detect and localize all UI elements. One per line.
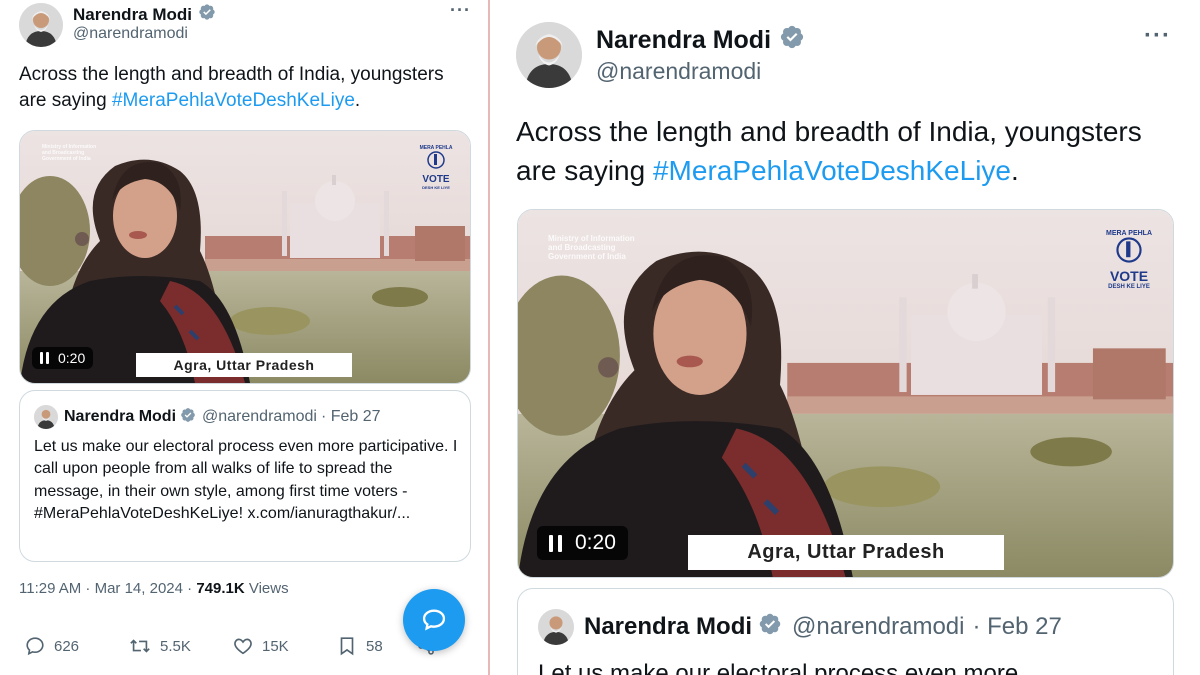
chat-bubble-icon bbox=[422, 609, 446, 631]
video-player[interactable]: Ministry of Information and Broadcasting… bbox=[517, 209, 1174, 578]
verified-badge-icon bbox=[779, 24, 805, 57]
tweet-text: Across the length and breadth of India, … bbox=[19, 62, 474, 113]
vote-logo: MERA PEHLA VOTE DESH KE LIYE bbox=[1094, 230, 1164, 290]
pause-icon[interactable] bbox=[40, 352, 50, 364]
quoted-tweet-header: Narendra Modi @narendramodi · Feb 27 bbox=[34, 405, 381, 429]
right-tweet-panel-zoomed: Narendra Modi @narendramodi ··· Across t… bbox=[490, 0, 1200, 675]
verified-badge-icon bbox=[198, 3, 216, 26]
quoted-tweet[interactable]: Narendra Modi @narendramodi · Feb 27 Let… bbox=[19, 390, 471, 562]
tweet-text: Across the length and breadth of India, … bbox=[516, 112, 1186, 190]
timestamp[interactable]: 11:29 AM · Mar 14, 2024 · bbox=[19, 580, 196, 597]
hashtag-link[interactable]: #MeraPehlaVoteDeshKeLiye bbox=[653, 155, 1011, 186]
author-handle[interactable]: @narendramodi bbox=[73, 25, 188, 43]
tweet-text-end: . bbox=[1010, 155, 1019, 187]
quoted-tweet-header: Narendra Modi @narendramodi · Feb 27 bbox=[538, 609, 1062, 645]
pause-icon[interactable] bbox=[549, 534, 563, 552]
quoted-date[interactable]: · Feb 27 bbox=[972, 613, 1061, 641]
video-frame bbox=[518, 210, 1173, 577]
quoted-tweet-text: Let us make our electoral process even m… bbox=[34, 438, 458, 523]
ministry-line-3: Government of India bbox=[42, 155, 91, 162]
author-name[interactable]: Narendra Modi bbox=[73, 3, 216, 26]
views-count: 749.1K bbox=[196, 580, 245, 597]
quoted-author-name[interactable]: Narendra Modi bbox=[64, 408, 176, 426]
quoted-author-handle[interactable]: @narendramodi bbox=[202, 408, 317, 426]
ministry-line-2: and Broadcasting bbox=[548, 243, 616, 253]
author-avatar[interactable] bbox=[516, 22, 582, 88]
video-timer[interactable]: 0:20 bbox=[537, 526, 628, 560]
quoted-tweet[interactable]: Narendra Modi @narendramodi · Feb 27 Let… bbox=[517, 588, 1174, 675]
tweet-meta: 11:29 AM · Mar 14, 2024 · 749.1K Views bbox=[19, 580, 289, 597]
more-icon[interactable]: ··· bbox=[1144, 22, 1171, 50]
quoted-tweet-text: Let us make our electoral process even m… bbox=[538, 660, 1019, 675]
vote-hand-icon bbox=[427, 151, 445, 169]
bookmark-icon bbox=[340, 637, 354, 656]
video-player[interactable]: Ministry of Information and Broadcasting… bbox=[19, 130, 471, 384]
repost-icon bbox=[130, 639, 150, 653]
location-caption: Agra, Uttar Pradesh bbox=[136, 353, 352, 377]
ministry-line-1: Ministry of Information bbox=[548, 234, 635, 243]
quoted-author-name[interactable]: Narendra Modi bbox=[584, 613, 752, 641]
repost-button[interactable]: 5.5K bbox=[128, 635, 232, 657]
reply-count: 626 bbox=[54, 637, 80, 655]
bookmark-count: 58 bbox=[366, 637, 383, 655]
author-avatar[interactable] bbox=[19, 3, 63, 47]
video-timer[interactable]: 0:20 bbox=[32, 347, 94, 369]
quoted-author-handle[interactable]: @narendramodi bbox=[792, 613, 964, 641]
verified-badge-icon bbox=[758, 612, 782, 643]
vote-logo-bottom: DESH KE LIYE bbox=[422, 185, 450, 190]
like-button[interactable]: 15K bbox=[232, 635, 336, 657]
video-duration: 0:20 bbox=[58, 350, 86, 366]
hashtag-link[interactable]: #MeraPehlaVoteDeshKeLiye bbox=[112, 90, 355, 111]
quoted-avatar[interactable] bbox=[34, 405, 58, 429]
author-handle[interactable]: @narendramodi bbox=[596, 58, 761, 85]
repost-count: 5.5K bbox=[160, 637, 191, 655]
author-name[interactable]: Narendra Modi bbox=[596, 24, 805, 57]
vote-logo-top: MERA PEHLA bbox=[1105, 230, 1153, 237]
vote-logo-main: VOTE bbox=[422, 174, 450, 185]
left-tweet-panel: Narendra Modi @narendramodi ··· Across t… bbox=[0, 0, 488, 675]
vote-logo: MERA PEHLA VOTE DESH KE LIYE bbox=[412, 145, 460, 190]
bookmark-button[interactable]: 58 bbox=[336, 635, 416, 657]
like-count: 15K bbox=[262, 637, 289, 655]
video-duration: 0:20 bbox=[575, 531, 616, 554]
chat-fab-button[interactable] bbox=[403, 589, 465, 651]
quoted-date[interactable]: · Feb 27 bbox=[321, 408, 381, 426]
ministry-line-3: Government of India bbox=[548, 252, 626, 262]
quoted-avatar[interactable] bbox=[538, 609, 574, 645]
like-icon bbox=[234, 638, 252, 655]
verified-badge-icon bbox=[180, 407, 196, 428]
vote-logo-main: VOTE bbox=[1109, 268, 1149, 284]
action-bar: 626 5.5K 15K 58 bbox=[24, 635, 444, 657]
video-frame bbox=[20, 131, 470, 383]
author-name-text: Narendra Modi bbox=[73, 4, 193, 24]
reply-button[interactable]: 626 bbox=[24, 635, 128, 657]
vote-logo-bottom: DESH KE LIYE bbox=[1108, 284, 1150, 290]
views-label: Views bbox=[244, 580, 289, 597]
ministry-watermark: Ministry of Information and Broadcasting… bbox=[548, 234, 635, 262]
ministry-watermark: Ministry of Information and Broadcasting… bbox=[42, 144, 96, 162]
location-caption: Agra, Uttar Pradesh bbox=[688, 535, 1004, 570]
author-name-text: Narendra Modi bbox=[596, 26, 772, 54]
tweet-text-end: . bbox=[354, 89, 361, 111]
vote-hand-icon bbox=[1116, 237, 1142, 263]
more-icon[interactable]: ··· bbox=[450, 0, 471, 21]
reply-icon bbox=[26, 637, 44, 656]
